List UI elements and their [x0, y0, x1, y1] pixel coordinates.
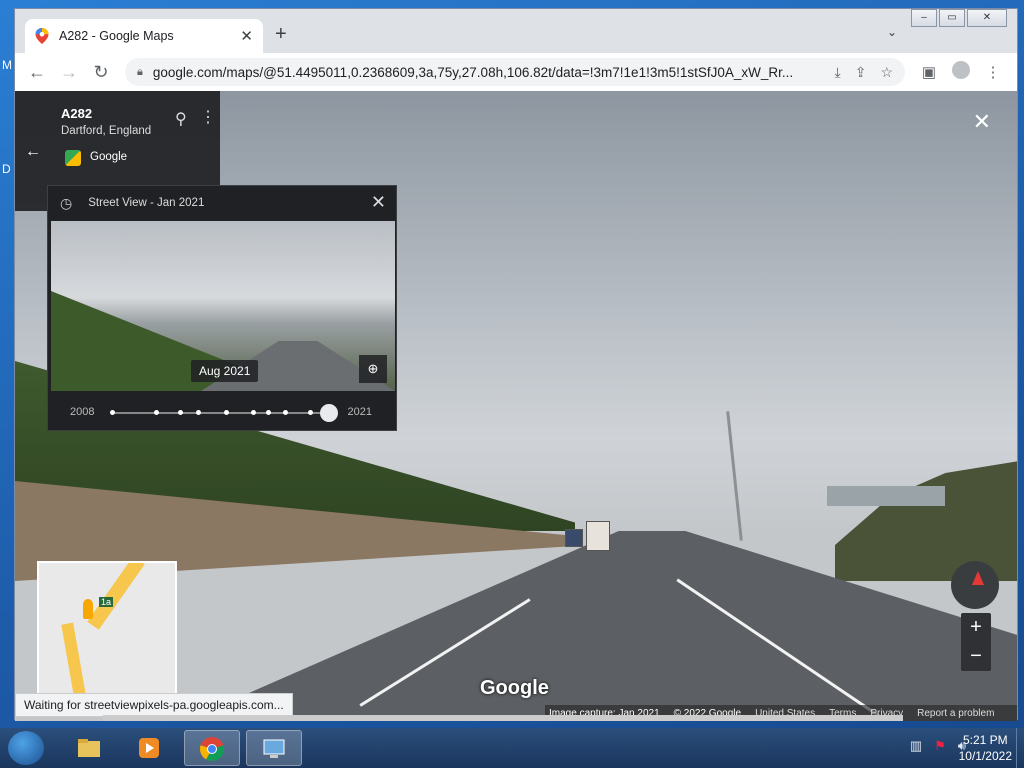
timeline-end-year: 2021: [347, 406, 372, 418]
minimap-road: [61, 622, 89, 699]
minimize-button[interactable]: –: [911, 9, 937, 27]
start-button[interactable]: [8, 731, 44, 765]
chrome-icon: [200, 737, 224, 761]
taskbar-media-player[interactable]: [122, 730, 178, 766]
clock-date: 10/1/2022: [958, 749, 1012, 763]
timeline-knob[interactable]: [320, 404, 338, 422]
maximize-button[interactable]: ▭: [939, 9, 965, 27]
desktop-icon-label: M: [2, 58, 12, 72]
timeline-slider[interactable]: 2008 2021: [48, 398, 396, 428]
place-title: A282: [61, 106, 93, 121]
back-arrow-icon[interactable]: ←: [25, 143, 41, 161]
more-options-icon[interactable]: ⋮: [200, 107, 216, 127]
timeline-dot[interactable]: [154, 410, 159, 415]
share-icon[interactable]: ⇪: [855, 64, 867, 81]
back-arrow-icon[interactable]: ←: [21, 62, 53, 83]
new-tab-button[interactable]: +: [275, 23, 287, 46]
source-label[interactable]: Google: [90, 151, 127, 163]
timeline-dot[interactable]: [251, 410, 256, 415]
google-logo: Google: [480, 677, 549, 699]
minimap-label: 1a: [99, 597, 114, 607]
report-problem-link[interactable]: Report a problem: [917, 708, 994, 719]
tab-google-maps[interactable]: A282 - Google Maps ✕: [25, 19, 263, 53]
timeline-dot[interactable]: [224, 410, 229, 415]
folder-icon: [78, 739, 100, 757]
timeline-dot[interactable]: [196, 410, 201, 415]
timeline-dot[interactable]: [308, 410, 313, 415]
place-subtitle: Dartford, England: [61, 125, 152, 137]
vehicle: [565, 529, 583, 547]
zoom-in-button[interactable]: +: [961, 613, 991, 642]
install-icon[interactable]: ⤓: [835, 64, 841, 81]
history-clock-icon[interactable]: ◷: [60, 195, 72, 212]
street-view-panorama[interactable]: ← A282 Dartford, England Google ⚲ ⋮ ◷ St…: [15, 91, 1017, 721]
tab-close-icon[interactable]: ✕: [240, 27, 253, 45]
google-maps-favicon: [35, 28, 49, 44]
pin-icon[interactable]: ⚲: [175, 109, 187, 129]
network-icon[interactable]: ▥: [910, 738, 922, 754]
taskbar-network-app[interactable]: [246, 730, 302, 766]
taskbar: ▥ ⚑ 🔊︎ 5:21 PM 10/1/2022: [0, 728, 1024, 768]
taskbar-clock[interactable]: 5:21 PM 10/1/2022: [959, 732, 1012, 764]
pegman-icon[interactable]: [83, 599, 93, 619]
close-icon[interactable]: ✕: [371, 192, 386, 213]
time-machine-panel: ◷ Street View - Jan 2021 ✕ Aug 2021 ⊕ 20…: [47, 185, 397, 431]
bookmark-star-icon[interactable]: ☆: [880, 64, 893, 81]
action-center-icon[interactable]: ⚑: [934, 738, 946, 754]
show-desktop-button[interactable]: [1016, 728, 1024, 768]
desktop-icon-label: D: [2, 162, 11, 176]
horizontal-scrollbar[interactable]: [103, 715, 903, 721]
media-player-icon: [139, 738, 159, 758]
close-street-view-icon[interactable]: ✕: [973, 109, 991, 135]
preview-date-label: Aug 2021: [191, 360, 259, 382]
tab-strip: A282 - Google Maps ✕ + ⌄ – ▭ ✕: [15, 9, 1017, 53]
timeline-dot[interactable]: [110, 410, 115, 415]
timeline-dot[interactable]: [266, 410, 271, 415]
taskbar-chrome[interactable]: [184, 730, 240, 766]
zoom-in-icon[interactable]: ⊕: [359, 355, 387, 383]
side-panel-icon[interactable]: ▣: [913, 63, 945, 81]
browser-window: A282 - Google Maps ✕ + ⌄ – ▭ ✕ ← → ↻ 🔒︎ …: [14, 8, 1018, 721]
system-tray: ▥ ⚑ 🔊︎: [898, 738, 966, 754]
window-controls: – ▭ ✕: [909, 9, 1007, 27]
lock-icon: 🔒︎: [137, 65, 143, 78]
road-sign-gantry: [827, 486, 945, 506]
zoom-control: + −: [961, 613, 991, 671]
time-machine-header: Street View - Jan 2021: [88, 197, 205, 209]
timeline-start-year: 2008: [70, 406, 95, 418]
menu-kebab-icon[interactable]: ⋮: [977, 63, 1009, 81]
status-bar: Waiting for streetviewpixels-pa.googleap…: [15, 693, 293, 717]
browser-toolbar: ← → ↻ 🔒︎ google.com/maps/@51.4495011,0.2…: [15, 53, 1017, 91]
timeline-dot[interactable]: [283, 410, 288, 415]
minimap-road: [87, 563, 145, 630]
forward-arrow-icon[interactable]: →: [53, 62, 85, 83]
historic-preview-image[interactable]: Aug 2021 ⊕: [51, 221, 395, 391]
vehicle: [586, 521, 610, 551]
network-app-icon: [263, 739, 285, 758]
profile-avatar-icon[interactable]: [945, 61, 977, 83]
tab-search-icon[interactable]: ⌄: [887, 25, 897, 39]
url-text[interactable]: google.com/maps/@51.4495011,0.2368609,3a…: [153, 65, 821, 80]
taskbar-explorer[interactable]: [62, 730, 118, 766]
google-maps-icon: [65, 150, 81, 166]
clock-time: 5:21 PM: [962, 733, 1008, 747]
address-bar[interactable]: 🔒︎ google.com/maps/@51.4495011,0.2368609…: [125, 58, 905, 86]
timeline-track: [112, 412, 324, 414]
tab-title: A282 - Google Maps: [59, 29, 174, 43]
timeline-dot[interactable]: [178, 410, 183, 415]
minimap[interactable]: 1a: [37, 561, 177, 701]
zoom-out-button[interactable]: −: [961, 642, 991, 671]
compass-icon[interactable]: [951, 561, 999, 609]
close-window-button[interactable]: ✕: [967, 9, 1007, 27]
reload-icon[interactable]: ↻: [85, 62, 117, 83]
